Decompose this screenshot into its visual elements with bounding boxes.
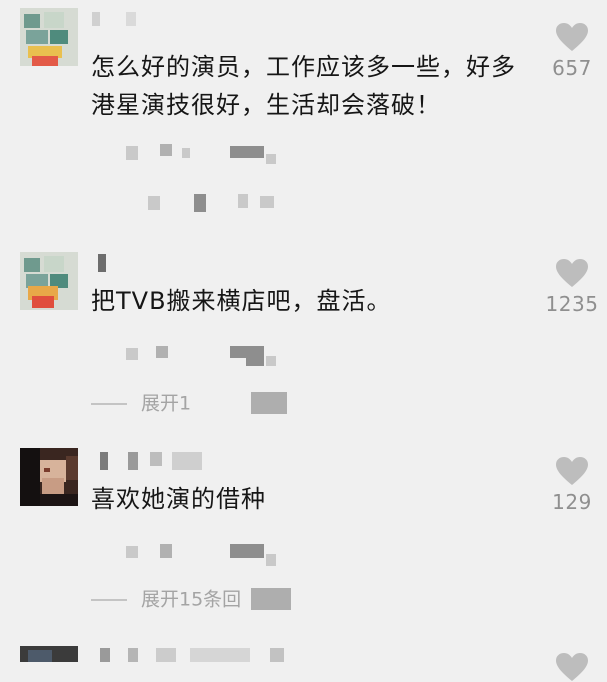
username[interactable] (100, 452, 220, 470)
comment-text: 把TVB搬来横店吧，盘活。 (91, 287, 392, 315)
like-button[interactable]: 657 (537, 22, 607, 80)
heart-icon (556, 23, 588, 51)
username[interactable] (92, 12, 152, 26)
like-button[interactable]: 129 (537, 456, 607, 514)
expand-replies[interactable]: 展开15条回 (91, 586, 311, 612)
avatar[interactable] (20, 646, 78, 662)
avatar[interactable] (20, 448, 78, 506)
comment-meta (120, 140, 290, 212)
divider (91, 402, 127, 405)
avatar[interactable] (20, 8, 78, 66)
like-count: 129 (552, 490, 592, 514)
expand-label: 展开1 (141, 392, 192, 415)
expand-label: 展开15条回 (141, 588, 242, 611)
like-count: 657 (552, 56, 592, 80)
like-count: 1235 (545, 292, 599, 316)
heart-icon (556, 653, 588, 681)
username[interactable] (98, 254, 118, 272)
comment-text: 喜欢她演的借种 (91, 485, 266, 513)
comment-text: 怎么好的演员，工作应该多一些，好多港星演技很好，生活却会落破！ (91, 53, 516, 119)
avatar[interactable] (20, 252, 78, 310)
divider (91, 598, 127, 601)
heart-icon (556, 259, 588, 287)
heart-icon (556, 457, 588, 485)
expand-replies[interactable]: 展开1 (91, 390, 291, 416)
like-button[interactable] (537, 652, 607, 682)
like-button[interactable]: 1235 (537, 258, 607, 316)
username[interactable] (100, 648, 300, 662)
